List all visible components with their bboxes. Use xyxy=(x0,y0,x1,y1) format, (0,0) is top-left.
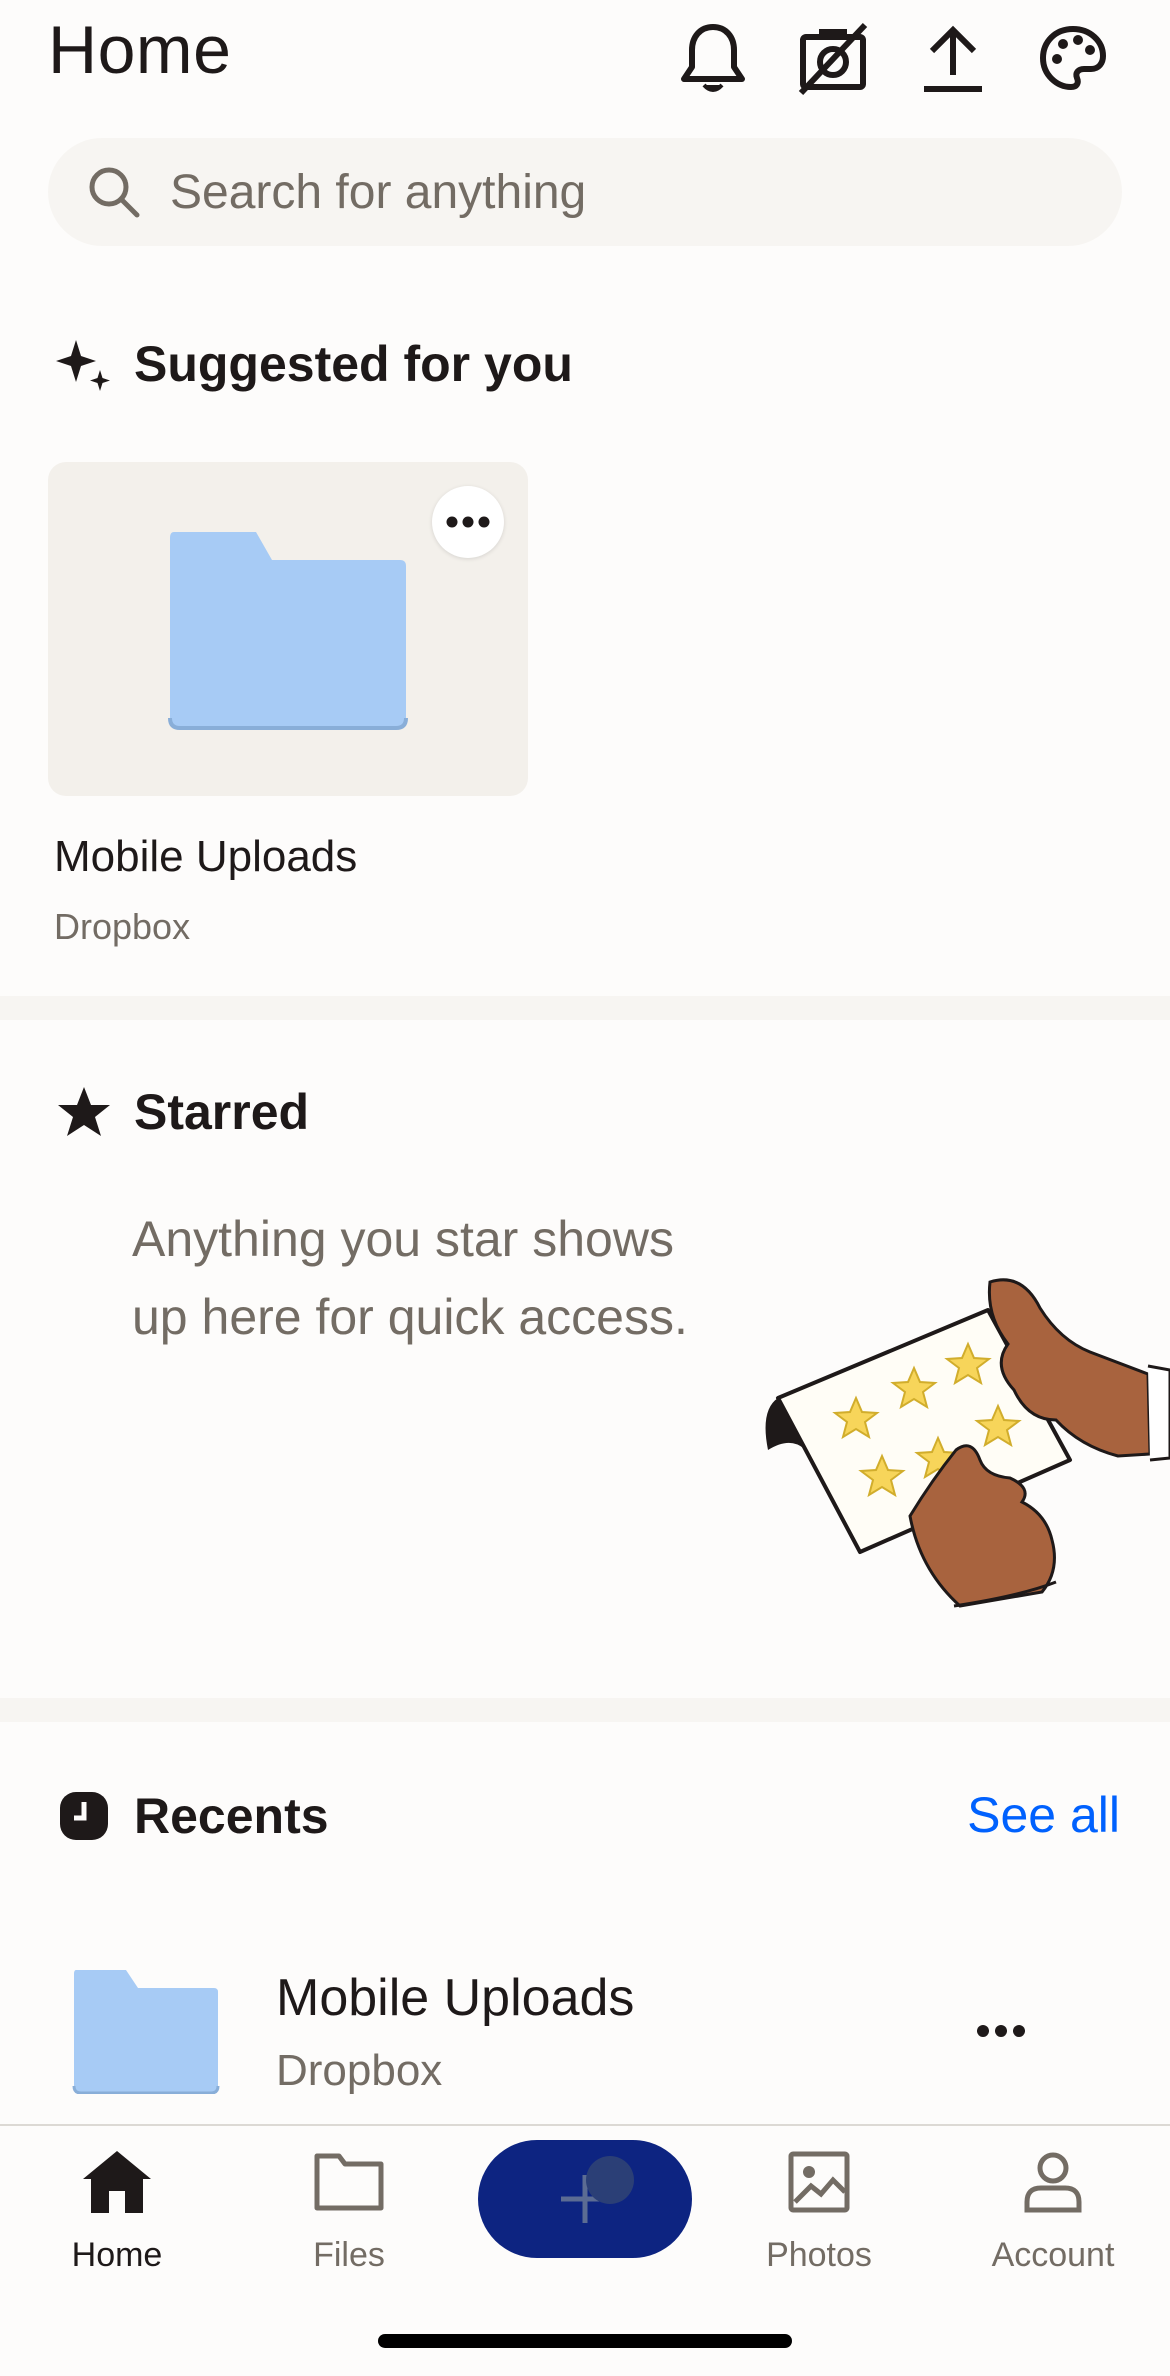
recent-item-location: Dropbox xyxy=(276,2046,443,2095)
section-divider xyxy=(0,996,1170,1020)
recent-item-name[interactable]: Mobile Uploads xyxy=(276,1968,634,2028)
notifications-bell-icon[interactable] xyxy=(668,14,758,104)
tab-home[interactable]: Home xyxy=(32,2142,202,2275)
folder-icon xyxy=(309,2142,389,2222)
camera-uploads-off-icon[interactable] xyxy=(788,14,878,104)
search-input[interactable] xyxy=(168,163,1072,221)
tab-account-label: Account xyxy=(991,2236,1115,2274)
suggested-more-button[interactable] xyxy=(432,486,504,558)
tab-photos[interactable]: Photos xyxy=(734,2142,904,2275)
home-indicator xyxy=(378,2334,792,2348)
recents-title: Recents xyxy=(134,1788,329,1844)
touch-indicator xyxy=(586,2156,634,2204)
recents-section-header: Recents xyxy=(54,1786,329,1846)
suggested-item-name[interactable]: Mobile Uploads xyxy=(54,832,357,882)
account-icon xyxy=(1013,2142,1093,2222)
starred-section-header: Starred xyxy=(54,1082,309,1142)
starred-illustration xyxy=(765,1278,1170,1608)
tab-files[interactable]: Files xyxy=(264,2142,434,2275)
starred-title: Starred xyxy=(134,1084,310,1140)
more-options-icon[interactable] xyxy=(976,2024,1026,2038)
starred-empty-message: Anything you star shows up here for quic… xyxy=(132,1211,688,1345)
add-button[interactable] xyxy=(478,2140,692,2258)
more-options-icon xyxy=(446,516,490,528)
sparkle-icon xyxy=(54,334,114,394)
search-bar[interactable] xyxy=(48,138,1122,246)
see-all-link[interactable]: See all xyxy=(967,1786,1120,1844)
tab-account[interactable]: Account xyxy=(968,2142,1138,2275)
tab-files-label: Files xyxy=(313,2236,385,2274)
photos-icon xyxy=(779,2142,859,2222)
upload-icon[interactable] xyxy=(908,14,998,104)
section-divider xyxy=(0,1698,1170,1722)
search-icon xyxy=(78,156,150,228)
tab-home-label: Home xyxy=(71,2236,163,2274)
suggested-title: Suggested for you xyxy=(134,336,573,392)
star-icon xyxy=(54,1082,114,1142)
folder-icon xyxy=(168,532,408,730)
home-icon xyxy=(77,2142,157,2222)
page-title: Home xyxy=(48,12,232,88)
palette-icon[interactable] xyxy=(1028,14,1118,104)
folder-icon xyxy=(72,1970,220,2094)
tab-photos-label: Photos xyxy=(766,2236,872,2274)
suggested-section-header: Suggested for you xyxy=(54,334,573,394)
suggested-item-location: Dropbox xyxy=(54,906,191,947)
clock-icon xyxy=(54,1786,114,1846)
